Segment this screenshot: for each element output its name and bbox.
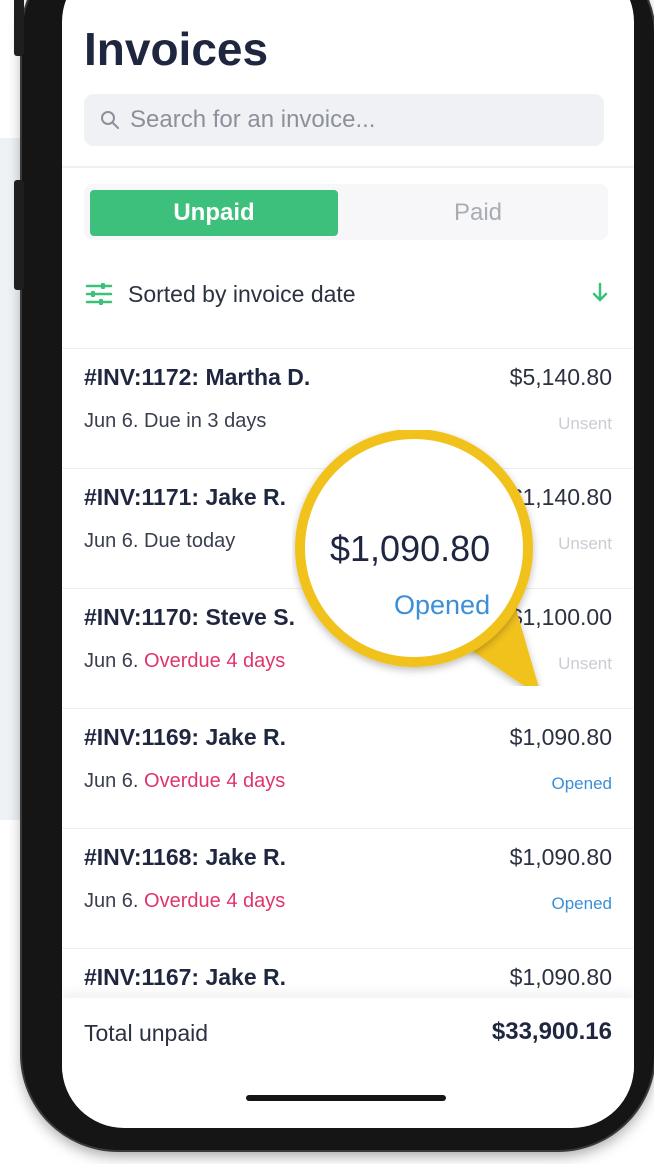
invoice-row[interactable]: #INV:1169: Jake R. $1,090.80 Jun 6. Over…	[84, 724, 612, 844]
total-value: $33,900.16	[491, 1018, 612, 1045]
invoice-date: Jun 6. Overdue 4 days	[84, 650, 286, 672]
divider	[62, 828, 634, 829]
invoice-name: #INV:1170: Steve S.	[84, 604, 295, 630]
invoice-date: Jun 6. Due in 3 days	[84, 410, 267, 432]
status-badge: Opened	[551, 774, 613, 793]
side-button	[14, 0, 24, 56]
page-title: Invoices	[84, 23, 269, 75]
total-bar: Total unpaid $33,900.16	[62, 998, 634, 1072]
volume-up-button	[14, 180, 24, 290]
overdue-text: Overdue 4 days	[144, 770, 286, 792]
invoice-date: Jun 6. Overdue 4 days	[84, 890, 286, 912]
invoice-name: #INV:1169: Jake R.	[84, 724, 287, 750]
due-text: Due in 3 days	[144, 410, 267, 432]
total-label: Total unpaid	[84, 1020, 209, 1046]
sort-label: Sorted by invoice date	[128, 280, 356, 307]
arrow-down-icon[interactable]	[588, 280, 612, 306]
tab-unpaid[interactable]: Unpaid	[90, 190, 338, 236]
tab-paid[interactable]: Paid	[354, 190, 602, 236]
divider	[62, 348, 634, 349]
invoice-date: Jun 6. Overdue 4 days	[84, 770, 286, 792]
home-indicator[interactable]	[246, 1095, 446, 1101]
search-input[interactable]	[128, 105, 592, 135]
invoice-amount: $1,090.80	[509, 964, 612, 990]
filter-sliders-icon[interactable]	[84, 279, 114, 309]
callout-status: Opened	[394, 590, 491, 620]
divider	[62, 708, 634, 709]
invoice-date: Jun 6. Due today	[84, 530, 236, 552]
overdue-text: Overdue 4 days	[144, 890, 286, 912]
invoice-name: #INV:1168: Jake R.	[84, 844, 287, 870]
divider	[62, 948, 634, 949]
invoice-row[interactable]: #INV:1168: Jake R. $1,090.80 Jun 6. Over…	[84, 844, 612, 964]
due-text: Due today	[144, 530, 236, 552]
status-segmented-control: Unpaid Paid	[84, 184, 608, 240]
invoice-name: #INV:1171: Jake R.	[84, 484, 287, 510]
overdue-text: Overdue 4 days	[144, 650, 286, 672]
status-badge: Unsent	[558, 534, 612, 553]
status-badge: Unsent	[558, 414, 612, 433]
search-bar[interactable]	[84, 94, 604, 146]
invoice-amount: $1,090.80	[509, 724, 612, 750]
divider	[62, 166, 634, 168]
invoice-amount: $1,090.80	[509, 844, 612, 870]
callout-amount: $1,090.80	[330, 528, 491, 569]
sort-row[interactable]: Sorted by invoice date	[84, 274, 612, 314]
search-icon	[101, 111, 119, 129]
invoice-name: #INV:1167: Jake R.	[84, 964, 287, 990]
status-badge: Opened	[551, 894, 613, 913]
invoice-amount: $5,140.80	[509, 364, 612, 390]
invoice-name: #INV:1172: Martha D.	[84, 364, 311, 390]
status-badge: Unsent	[558, 654, 612, 673]
